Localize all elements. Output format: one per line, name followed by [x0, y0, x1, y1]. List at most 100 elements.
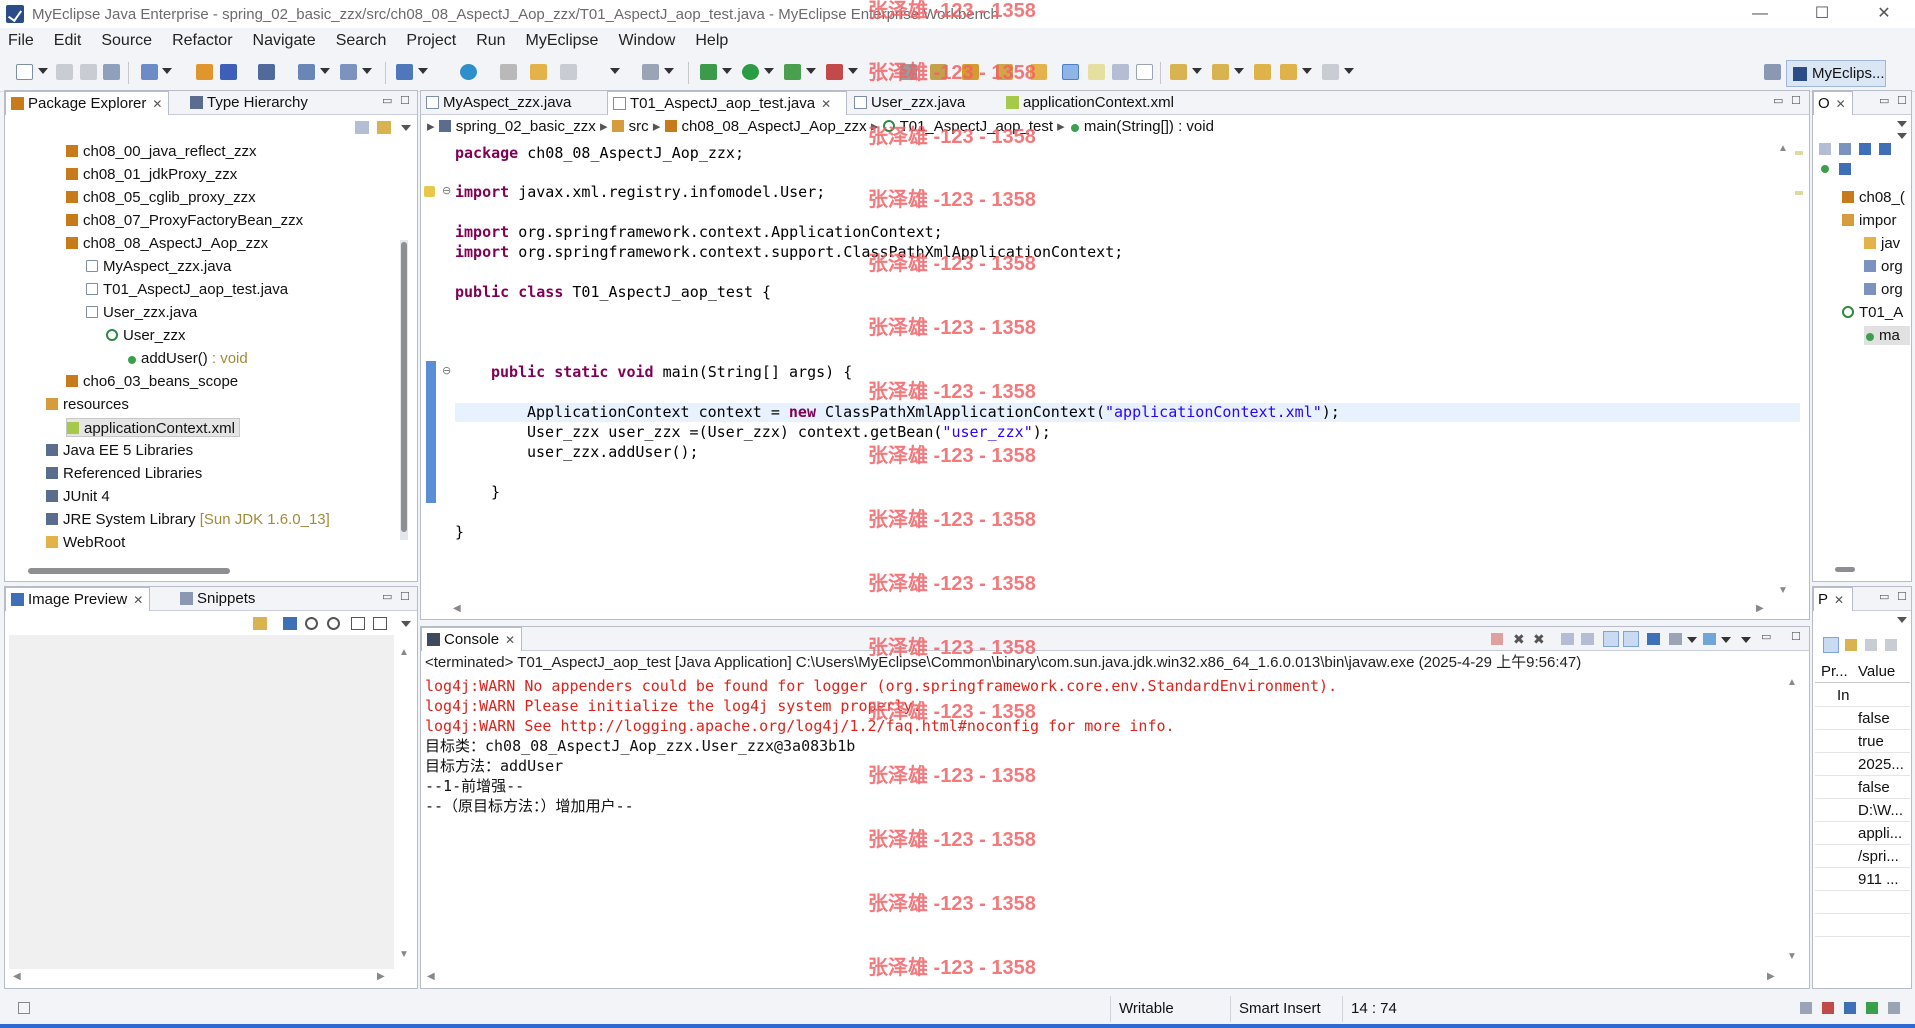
tray-icon[interactable] [1888, 1002, 1900, 1014]
properties-row[interactable] [1815, 891, 1910, 914]
forward-dropdown-icon[interactable] [1344, 68, 1354, 74]
code-line[interactable]: user_zzx.addUser(); [527, 444, 699, 461]
tree-item[interactable]: addUser() : void [126, 349, 248, 368]
hide-non-public-icon[interactable] [1821, 165, 1829, 173]
scroll-down-icon[interactable]: ▼ [1787, 951, 1797, 962]
back-dropdown-icon[interactable] [1302, 68, 1312, 74]
properties-row[interactable]: D:\W... [1815, 799, 1910, 822]
open-console-icon[interactable] [1703, 633, 1716, 645]
perspective-button[interactable]: MyEclips... [1786, 60, 1886, 87]
properties-row[interactable]: true [1815, 730, 1910, 753]
outline-item[interactable]: org [1864, 280, 1903, 299]
tree-item[interactable]: ch08_08_AspectJ_Aop_zzx [66, 234, 268, 253]
scroll-up-icon[interactable]: ▲ [1778, 143, 1788, 154]
close-button[interactable]: ✕ [1853, 0, 1915, 28]
fit-window-icon[interactable] [373, 617, 387, 630]
maximize-view-icon[interactable]: ☐ [400, 94, 410, 107]
run-dropdown-icon[interactable] [764, 68, 774, 74]
scroll-left-icon[interactable]: ◀ [427, 971, 435, 982]
fold-icon[interactable]: ⊖ [442, 184, 451, 197]
menu-navigate[interactable]: Navigate [253, 32, 316, 50]
tree-item[interactable]: ch08_00_java_reflect_zzx [66, 142, 256, 161]
scroll-right-icon[interactable]: ▶ [377, 971, 385, 982]
scroll-right-icon[interactable]: ▶ [1756, 603, 1764, 614]
maximize-view-icon[interactable]: ☐ [1897, 94, 1907, 107]
close-icon[interactable]: ✕ [505, 633, 515, 647]
save-icon[interactable] [56, 64, 73, 80]
debug-dropdown-icon[interactable] [722, 68, 732, 74]
breadcrumb-method[interactable]: main(String[]) : void [1084, 118, 1214, 135]
properties-row[interactable]: appli... [1815, 822, 1910, 845]
maximize-view-icon[interactable]: ☐ [400, 590, 410, 603]
tree-item[interactable]: User_zzx [106, 326, 186, 345]
server-dropdown-icon[interactable] [320, 68, 330, 74]
open-type-icon[interactable] [196, 64, 213, 80]
tray-icon[interactable] [1844, 1002, 1856, 1014]
server-icon[interactable] [298, 64, 315, 80]
highlight-icon[interactable] [1088, 64, 1105, 80]
tab-applicationcontext-xml[interactable]: applicationContext.xml [1001, 91, 1216, 115]
zoom-in-icon[interactable] [327, 617, 340, 630]
show-stdout-icon[interactable] [1603, 631, 1619, 647]
tree-item[interactable]: Java EE 5 Libraries [46, 441, 193, 460]
launch-browser-icon[interactable] [340, 64, 357, 80]
scroll-lock-icon[interactable] [1581, 633, 1594, 645]
hide-static-icon[interactable] [1879, 143, 1891, 155]
code-line[interactable]: import javax.xml.registry.infomodel.User… [455, 184, 825, 201]
new-wizard-icon[interactable] [141, 64, 158, 80]
open-console-dropdown-icon[interactable] [1721, 637, 1731, 643]
properties-row[interactable]: false [1815, 776, 1910, 799]
menu-refactor[interactable]: Refactor [172, 32, 232, 50]
close-icon[interactable]: ✕ [133, 593, 143, 607]
show-whitespace-icon[interactable] [1136, 64, 1153, 80]
coverage-icon[interactable] [784, 64, 801, 80]
close-icon[interactable]: ✕ [1834, 593, 1844, 607]
web-services-dropdown-icon[interactable] [418, 68, 428, 74]
collapse-all-icon[interactable] [355, 121, 369, 134]
run-icon[interactable] [742, 64, 759, 80]
history-dropdown-icon[interactable] [610, 68, 620, 74]
code-line[interactable]: } [491, 484, 500, 501]
hide-local-types-icon[interactable] [1839, 163, 1851, 175]
show-categories-icon[interactable] [1823, 637, 1839, 653]
tab-snippets[interactable]: Snippets [175, 587, 261, 611]
outline-item[interactable]: jav [1864, 234, 1900, 253]
package-explorer-vscrollbar[interactable] [400, 240, 408, 540]
properties-row[interactable]: /spri... [1815, 845, 1910, 868]
remove-all-launches-icon[interactable]: ✖ [1533, 631, 1545, 648]
breadcrumb-package[interactable]: ch08_08_AspectJ_Aop_zzx [682, 118, 867, 135]
task-icon[interactable] [930, 64, 947, 80]
tree-item[interactable]: Referenced Libraries [46, 464, 202, 483]
tray-icon[interactable] [1822, 1002, 1834, 1014]
tree-item[interactable]: ch08_05_cglib_proxy_zzx [66, 188, 256, 207]
tab-package-explorer[interactable]: Package Explorer ✕ [5, 91, 170, 115]
debug-icon[interactable] [700, 64, 717, 80]
fast-view-icon[interactable] [18, 1002, 30, 1014]
back-icon[interactable] [1280, 64, 1297, 80]
globe-icon[interactable] [460, 64, 477, 80]
tree-item[interactable]: JRE System Library [Sun JDK 1.6.0_13] [46, 510, 330, 529]
minimize-view-icon[interactable]: ▭ [382, 94, 392, 107]
maximize-button[interactable]: ☐ [1791, 0, 1853, 28]
tray-icon[interactable] [1800, 1002, 1812, 1014]
minimize-button[interactable]: — [1729, 0, 1791, 28]
properties-row[interactable]: 911 ... [1815, 868, 1910, 891]
tab-t01-aspectj-aop-test[interactable]: T01_AspectJ_aop_test.java ✕ [607, 91, 847, 115]
properties-row[interactable]: In [1815, 684, 1910, 707]
menu-help[interactable]: Help [695, 32, 728, 50]
scroll-right-icon[interactable]: ▶ [1767, 971, 1775, 982]
scroll-down-icon[interactable]: ▼ [399, 949, 409, 960]
view-menu-icon[interactable] [1897, 133, 1907, 139]
open-resource-icon[interactable] [220, 64, 237, 80]
tree-item[interactable]: T01_AspectJ_aop_test.java [86, 280, 288, 299]
code-line[interactable]: User_zzx user_zzx =(User_zzx) context.ge… [527, 424, 1051, 441]
outline-item[interactable]: ch08_( [1842, 188, 1905, 207]
tab-outline[interactable]: O ✕ [1813, 91, 1853, 115]
properties-row[interactable]: false [1815, 707, 1910, 730]
external-tools-dropdown-icon[interactable] [848, 68, 858, 74]
code-line[interactable]: ApplicationContext context = new ClassPa… [527, 404, 1340, 421]
breadcrumb-src[interactable]: src [629, 118, 649, 135]
maximize-view-icon[interactable]: ☐ [1897, 590, 1907, 603]
show-stderr-icon[interactable] [1623, 631, 1639, 647]
code-line[interactable]: import org.springframework.context.suppo… [455, 244, 1123, 261]
